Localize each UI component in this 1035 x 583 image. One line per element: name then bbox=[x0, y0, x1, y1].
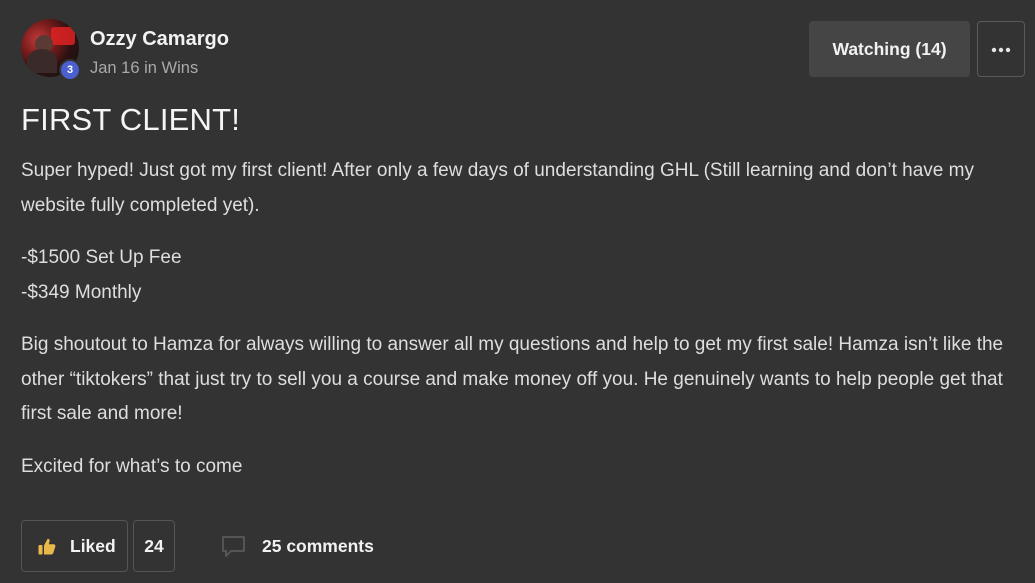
like-count[interactable]: 24 bbox=[133, 520, 175, 572]
watching-button[interactable]: Watching (14) bbox=[809, 21, 970, 77]
post-line-monthly: -$349 Monthly bbox=[21, 281, 142, 303]
post-paragraph: Excited for what’s to come bbox=[21, 455, 243, 477]
author-name[interactable]: Ozzy Camargo bbox=[90, 28, 229, 51]
level-badge: 3 bbox=[59, 59, 81, 81]
post-paragraph: Super hyped! Just got my first client! A… bbox=[21, 160, 974, 216]
ellipsis-icon bbox=[991, 40, 1011, 58]
comments-link[interactable]: 25 comments bbox=[221, 520, 374, 572]
post-title: FIRST CLIENT! bbox=[21, 102, 241, 137]
post-card: 3 Ozzy Camargo Jan 16 in Wins Watching (… bbox=[0, 0, 1035, 583]
comments-count-label: 25 comments bbox=[262, 535, 374, 556]
avatar-body-decoration bbox=[27, 49, 57, 73]
post-line-setup-fee: -$1500 Set Up Fee bbox=[21, 247, 182, 268]
post-meta: Jan 16 in Wins bbox=[90, 59, 199, 77]
like-label: Liked bbox=[70, 535, 116, 556]
thumbs-up-icon bbox=[38, 538, 56, 555]
more-options-button[interactable] bbox=[977, 21, 1025, 77]
post-paragraph: Big shoutout to Hamza for always willing… bbox=[21, 334, 1004, 424]
post-body: Super hyped! Just got my first client! A… bbox=[21, 154, 1011, 502]
avatar-sign-decoration bbox=[51, 27, 75, 45]
like-button[interactable]: Liked bbox=[21, 520, 128, 572]
comment-bubble-icon bbox=[221, 535, 246, 558]
